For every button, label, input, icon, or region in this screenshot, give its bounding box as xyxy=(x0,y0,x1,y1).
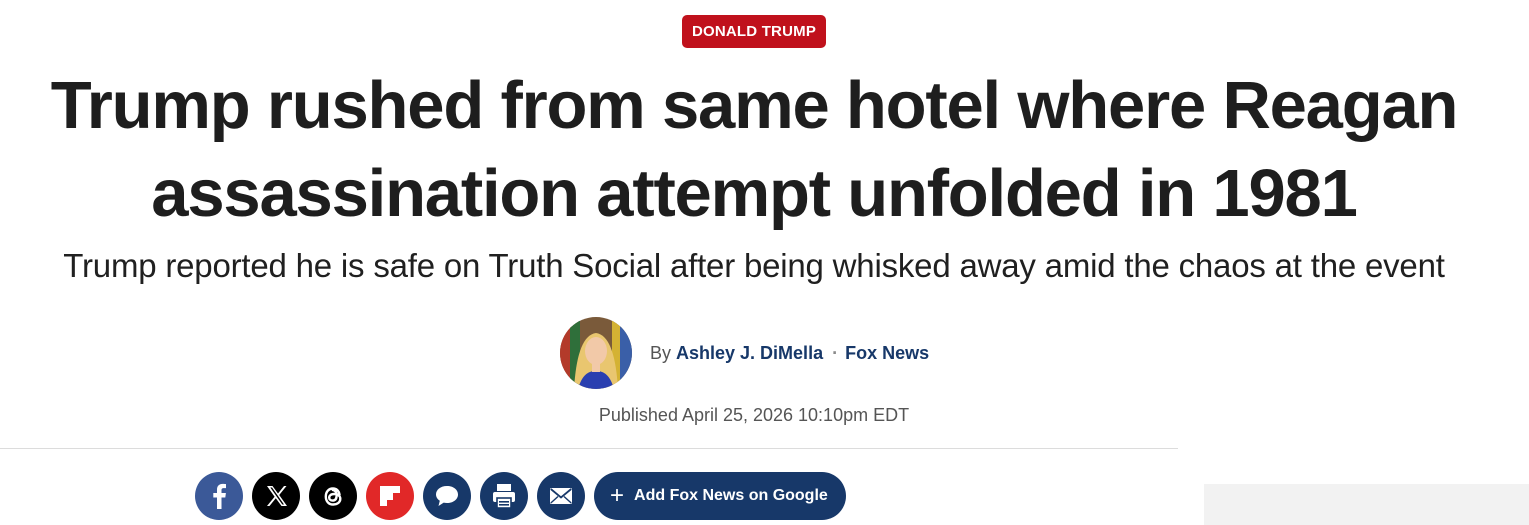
facebook-icon xyxy=(213,483,226,509)
headline-line-1: Trump rushed from same hotel where Reaga… xyxy=(50,68,1459,143)
add-fox-news-on-google-button[interactable]: + Add Fox News on Google xyxy=(594,472,846,520)
author-link[interactable]: Ashley J. DiMella xyxy=(676,343,823,364)
author-avatar[interactable] xyxy=(560,317,632,389)
subheadline: Trump reported he is safe on Truth Socia… xyxy=(63,247,1445,284)
comment-icon xyxy=(436,486,458,506)
byline-prefix: By xyxy=(650,342,672,363)
published-date: Published April 25, 2026 10:10pm EDT xyxy=(598,405,910,425)
add-fox-news-on-google-label: Add Fox News on Google xyxy=(634,487,828,504)
threads-icon xyxy=(324,487,342,506)
outlet-link[interactable]: Fox News xyxy=(845,343,929,364)
email-share-button[interactable] xyxy=(537,472,585,520)
sidebar-placeholder xyxy=(1204,484,1529,525)
article-header: DONALD TRUMP Trump rushed from same hote… xyxy=(0,0,1529,525)
threads-share-button[interactable] xyxy=(309,472,357,520)
flipboard-share-button[interactable] xyxy=(366,472,414,520)
x-share-button[interactable] xyxy=(252,472,300,520)
email-icon xyxy=(550,488,572,504)
facebook-share-button[interactable] xyxy=(195,472,243,520)
headline: Trump rushed from same hotel where Reaga… xyxy=(0,62,1508,238)
comments-button[interactable] xyxy=(423,472,471,520)
flipboard-icon xyxy=(380,486,400,506)
category-tag[interactable]: DONALD TRUMP xyxy=(681,15,827,48)
print-button[interactable] xyxy=(480,472,528,520)
byline: By Ashley J. DiMella · Fox News xyxy=(560,317,929,389)
x-icon xyxy=(267,486,287,506)
headline-line-2: assassination attempt unfolded in 1981 xyxy=(151,156,1358,231)
plus-icon: + xyxy=(610,482,625,509)
divider xyxy=(0,448,1178,449)
category-tag-wrap: DONALD TRUMP xyxy=(0,15,1508,48)
byline-text: By Ashley J. DiMella · Fox News xyxy=(650,343,929,364)
print-icon xyxy=(493,484,515,509)
byline-separator: · xyxy=(832,342,839,363)
share-bar: + Add Fox News on Google xyxy=(195,472,846,520)
